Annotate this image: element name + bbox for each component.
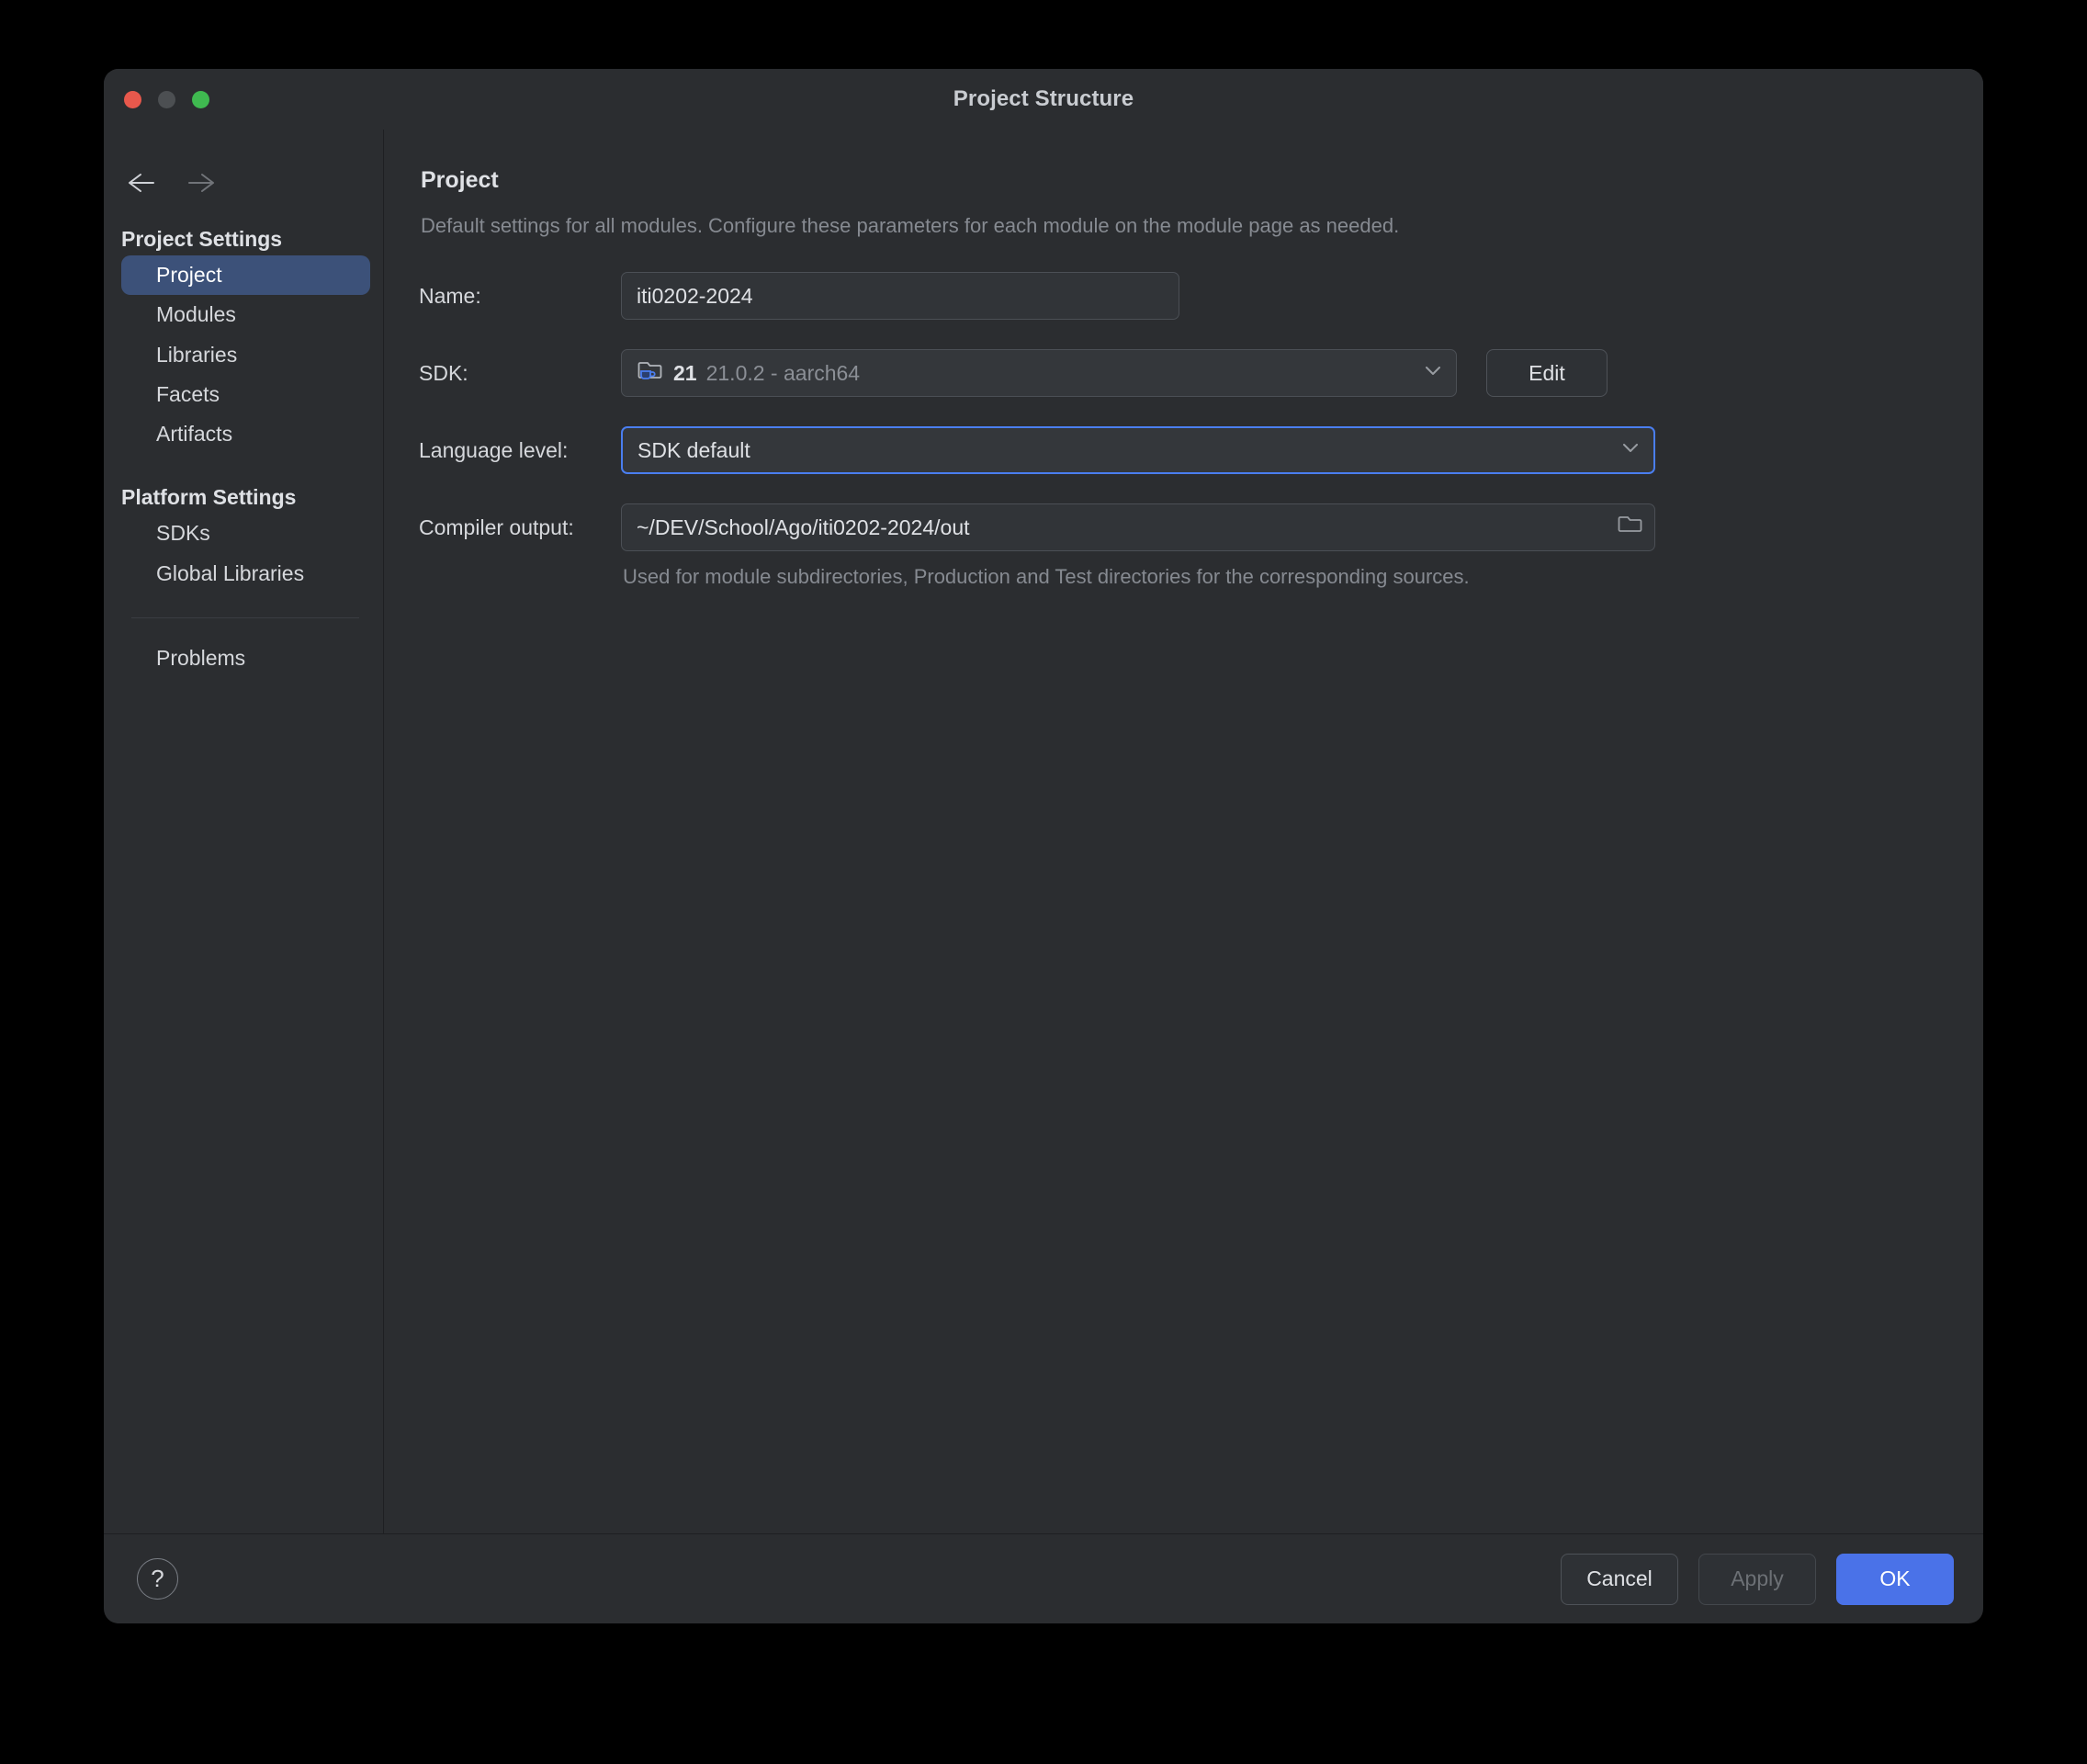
sidebar-item-sdks[interactable]: SDKs (121, 514, 370, 553)
edit-sdk-button[interactable]: Edit (1486, 349, 1608, 397)
sdk-value: 21 21.0.2 - aarch64 (637, 357, 860, 389)
page-title: Project (421, 167, 499, 193)
sdk-dropdown[interactable]: 21 21.0.2 - aarch64 (621, 349, 1457, 397)
sidebar-item-problems[interactable]: Problems (121, 639, 370, 678)
sidebar-item-libraries[interactable]: Libraries (121, 335, 370, 375)
project-form: Name: iti0202-2024 SDK: 21 21.0.2 - aarc… (419, 271, 1983, 589)
sidebar-divider (131, 617, 359, 619)
sidebar: Project Settings Project Modules Librari… (104, 130, 384, 1533)
name-label: Name: (419, 283, 481, 308)
apply-button[interactable]: Apply (1698, 1553, 1816, 1605)
dialog-footer: ? Cancel Apply OK (104, 1533, 1983, 1623)
ok-button[interactable]: OK (1836, 1553, 1954, 1605)
dialog-body: Project Settings Project Modules Librari… (104, 130, 1983, 1533)
window-title: Project Structure (953, 86, 1134, 111)
navigation-arrows (104, 130, 383, 196)
language-level-value: SDK default (637, 437, 750, 462)
compiler-output-row: Compiler output: ~/DEV/School/Ago/iti020… (419, 503, 1983, 552)
sdk-detail: 21.0.2 - aarch64 (705, 360, 861, 385)
sidebar-group-header-project-settings: Project Settings (121, 227, 283, 251)
language-level-label: Language level: (419, 437, 569, 462)
sdk-row: SDK: 21 21.0.2 - aarch64 Edit (419, 348, 1983, 398)
name-row: Name: iti0202-2024 (419, 271, 1983, 321)
sidebar-item-artifacts[interactable]: Artifacts (121, 414, 370, 454)
chevron-down-icon[interactable] (1619, 435, 1642, 465)
sidebar-group-header-platform-settings: Platform Settings (121, 485, 297, 510)
sdk-version: 21 (673, 360, 697, 385)
title-bar: Project Structure (104, 69, 1983, 130)
sidebar-item-global-libraries[interactable]: Global Libraries (121, 554, 370, 594)
folder-browse-icon[interactable] (1618, 513, 1643, 542)
forward-arrow-icon (186, 170, 220, 196)
language-level-dropdown[interactable]: SDK default (621, 426, 1655, 474)
cancel-button[interactable]: Cancel (1561, 1553, 1678, 1605)
language-level-row: Language level: SDK default (419, 425, 1983, 475)
compiler-output-label: Compiler output: (419, 514, 574, 539)
compiler-output-helper-text: Used for module subdirectories, Producti… (623, 565, 1470, 588)
compiler-output-value: ~/DEV/School/Ago/iti0202-2024/out (637, 514, 970, 539)
name-input[interactable]: iti0202-2024 (621, 272, 1179, 320)
back-arrow-icon[interactable] (126, 170, 161, 196)
project-structure-dialog: Project Structure Project Settings Proje… (104, 69, 1983, 1623)
sidebar-item-project[interactable]: Project (121, 255, 370, 296)
page-subtitle: Default settings for all modules. Config… (421, 214, 1400, 237)
help-button[interactable]: ? (137, 1558, 178, 1600)
content-panel: Project Default settings for all modules… (384, 130, 1983, 1533)
java-sdk-folder-icon (637, 357, 664, 389)
compiler-output-input[interactable]: ~/DEV/School/Ago/iti0202-2024/out (621, 503, 1655, 551)
footer-buttons: Cancel Apply OK (1561, 1553, 1954, 1605)
sidebar-item-modules[interactable]: Modules (121, 295, 370, 334)
chevron-down-icon[interactable] (1421, 358, 1445, 388)
sidebar-item-facets[interactable]: Facets (121, 375, 370, 414)
sdk-label: SDK: (419, 360, 468, 385)
